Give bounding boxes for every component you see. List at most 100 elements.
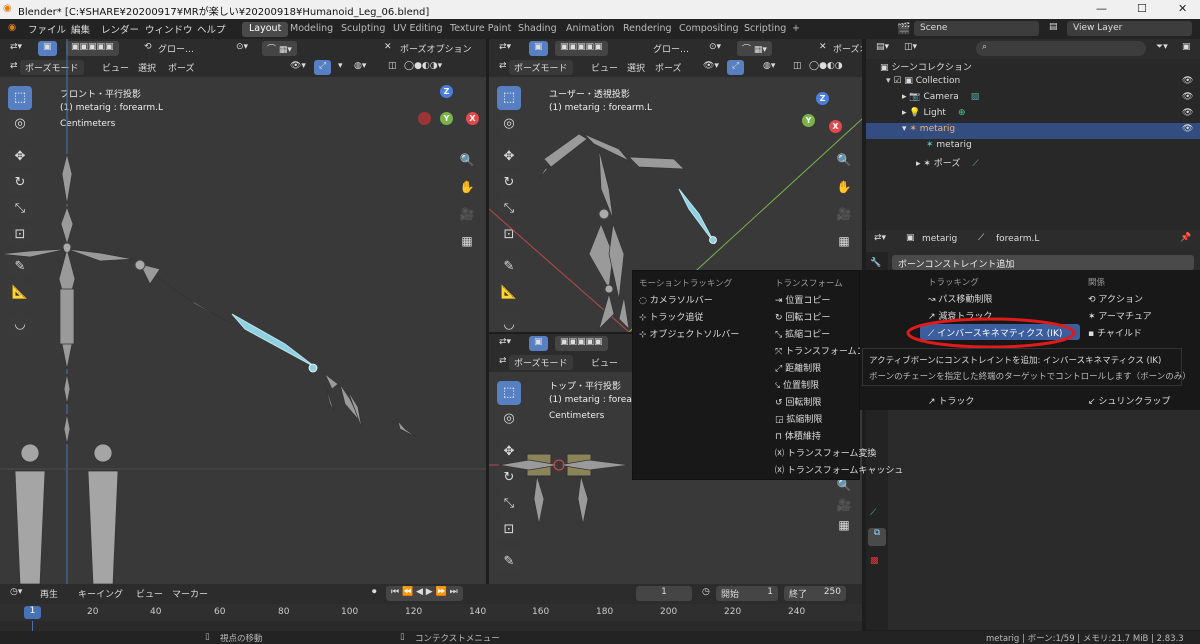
outliner-editor-icon[interactable]: ▤▾ (876, 42, 889, 52)
outliner-item-light[interactable]: ▸ 💡 Light ⊕ (902, 108, 965, 124)
menu-marker[interactable]: マーカー (168, 586, 212, 601)
limit-distance-icon: ⤢ (775, 364, 786, 374)
menu-item-transform-cache[interactable]: ⒳ トランスフォームキャッシュ (775, 463, 903, 476)
menu-item-limit-rotation[interactable]: ↺ 回転制限 (775, 395, 821, 408)
track-to-icon: ↗ (928, 397, 939, 407)
viewport-front[interactable]: ⇄▾ ▣ ▣▣▣▣▣ ⟲ グロー… ⊙▾ ⌒ ▦▾ ✕ ポーズオプション ⇄ ポ… (0, 39, 486, 584)
collection-icon: ▣ (880, 63, 892, 73)
outliner-item-collection[interactable]: ▾ ☑ ▣ Collection (886, 76, 960, 92)
tab-uv-editing[interactable]: UV Editing (386, 22, 450, 37)
tool-tab-icon[interactable]: 🔧 (870, 258, 881, 268)
bone-constraint-tab-icon[interactable]: ⧉ (868, 528, 886, 546)
child-of-icon: ▪ (1088, 329, 1097, 339)
menu-help[interactable]: ヘルプ (197, 22, 226, 36)
add-workspace-button[interactable]: + (785, 22, 807, 37)
tab-compositing[interactable]: Compositing (672, 22, 746, 37)
tick-label: 220 (724, 607, 742, 617)
eye-icon[interactable]: 👁 (1182, 92, 1193, 102)
transform-header: トランスフォーム (775, 279, 843, 289)
menu-item-limit-distance[interactable]: ⤢ 距離制限 (775, 361, 821, 374)
outliner-search[interactable] (976, 41, 1146, 56)
display-mode-icon[interactable]: ◫▾ (904, 42, 917, 52)
end-frame[interactable]: 終了 250 (784, 586, 846, 601)
menu-playback[interactable]: 再生 (36, 586, 62, 601)
checkbox-icon[interactable]: ☑ (893, 76, 904, 86)
menu-item-shrinkwrap[interactable]: ↙ シュリンクラップ (1088, 394, 1170, 407)
status-bar: ▯ 視点の移動 ▯ コンテクストメニュー metarig | ボーン:1/59 … (0, 631, 1200, 644)
tick-label: 80 (278, 607, 290, 617)
action-icon: ⟲ (1088, 295, 1099, 305)
menu-item-label: 位置制限 (782, 381, 819, 391)
menu-item-copy-scale[interactable]: ⤡ 拡縮コピー (775, 327, 830, 340)
timeline-editor-icon[interactable]: ◷▾ (6, 586, 26, 601)
tab-layout[interactable]: Layout (242, 22, 289, 37)
eye-icon[interactable]: 👁 (1182, 76, 1193, 86)
menu-item-track-to[interactable]: ↗ トラック (928, 394, 974, 407)
close-button[interactable]: ✕ (1178, 2, 1187, 15)
bone-tab-icon[interactable]: ⟋ (870, 508, 876, 518)
menu-item-copy-rotation[interactable]: ↻ 回転コピー (775, 310, 830, 323)
menu-item-transformation[interactable]: ⒳ トランスフォーム変換 (775, 446, 876, 459)
view-layer-selector[interactable]: View Layer (1067, 21, 1192, 36)
armature-front[interactable] (0, 39, 486, 584)
menu-render[interactable]: レンダー (101, 22, 139, 36)
filter-icon[interactable]: ⏷▾ (1156, 42, 1168, 52)
menu-edit[interactable]: 編集 (71, 22, 90, 36)
timeline-ruler[interactable]: 1 20 40 60 80 100 120 140 160 180 200 22… (0, 604, 862, 621)
minimize-button[interactable]: — (1096, 2, 1107, 15)
menu-window[interactable]: ウィンドウ (145, 22, 193, 36)
outliner-label: Collection (915, 76, 961, 86)
scene-selector[interactable]: Scene (914, 21, 1039, 36)
menu-item-child-of[interactable]: ▪ チャイルド (1088, 326, 1142, 339)
tab-animation[interactable]: Animation (559, 22, 621, 37)
texture-tab-icon[interactable]: ▩ (870, 556, 879, 566)
menu-item-object-solver[interactable]: ⊹ オブジェクトソルバー (639, 327, 739, 340)
pin-icon[interactable]: 📌 (1180, 233, 1191, 243)
menu-item-action[interactable]: ⟲ アクション (1088, 292, 1143, 305)
outliner-item-scene-collection[interactable]: ▣ シーンコレクション (880, 60, 972, 76)
menu-keying[interactable]: キーイング (74, 586, 127, 601)
outliner-label: Light (923, 108, 946, 118)
armature-constraint-icon: ✶ (1088, 312, 1099, 322)
eye-icon[interactable]: 👁 (1182, 124, 1193, 134)
record-icon[interactable]: ⏺ (368, 586, 381, 601)
playhead[interactable]: 1 (24, 606, 41, 619)
add-bone-constraint-button[interactable]: ボーンコンストレイント追加 (892, 255, 1194, 270)
menu-item-copy-location[interactable]: ⇥ 位置コピー (775, 293, 830, 306)
tick-label: 160 (532, 607, 550, 617)
menu-item-armature[interactable]: ✶ アーマチュア (1088, 309, 1152, 322)
tab-rendering[interactable]: Rendering (616, 22, 679, 37)
limit-scale-icon: ◲ (775, 415, 787, 425)
view-layer-icon: ▤ (1049, 22, 1058, 32)
outliner-item-metarig[interactable]: ▾ ✶ metarig (902, 124, 955, 140)
menu-item-maintain-volume[interactable]: ⊓ 体積維持 (775, 429, 821, 442)
maximize-button[interactable]: ☐ (1137, 2, 1147, 15)
camera-solver-icon: ◌ (639, 296, 650, 306)
status-navigate: 視点の移動 (220, 634, 263, 644)
blender-menu-icon[interactable]: ◉ (8, 22, 16, 33)
new-collection-icon[interactable]: ▣ (1182, 42, 1191, 52)
menu-item-limit-scale[interactable]: ◲ 拡縮制限 (775, 412, 822, 425)
current-frame[interactable]: 1 (636, 586, 692, 601)
tab-modeling[interactable]: Modeling (283, 22, 340, 37)
menu-timeline-view[interactable]: ビュー (132, 586, 167, 601)
mouse-middle-icon: ▯ (205, 632, 210, 642)
playback-controls[interactable]: ⏮ ⏪ ◀ ▶ ⏩ ⏭ (386, 586, 463, 601)
outliner-item-armature-data[interactable]: ✶ metarig (926, 140, 972, 156)
outliner-item-pose[interactable]: ▸ ✶ ポーズ ⟋ (916, 156, 979, 172)
menu-file[interactable]: ファイル (28, 22, 66, 36)
menu-item-label: 拡縮コピー (785, 330, 831, 340)
tab-sculpting[interactable]: Sculpting (334, 22, 392, 37)
outliner-item-camera[interactable]: ▸ 📷 Camera ▧ (902, 92, 979, 108)
start-frame[interactable]: 開始 1 (716, 586, 778, 601)
limit-rotation-icon: ↺ (775, 398, 786, 408)
menu-item-follow-path[interactable]: ↝ パス移動制限 (928, 292, 992, 305)
menu-item-limit-location[interactable]: ⤥ 位置制限 (775, 378, 819, 391)
menu-item-camera-solver[interactable]: ◌ カメラソルバー (639, 293, 713, 306)
menu-item-follow-track[interactable]: ⊹ トラック追従 (639, 310, 703, 323)
tab-shading[interactable]: Shading (511, 22, 564, 37)
tab-texture-paint[interactable]: Texture Paint (443, 22, 518, 37)
properties-editor-icon[interactable]: ⇄▾ (874, 233, 886, 243)
eye-icon[interactable]: 👁 (1182, 108, 1193, 118)
menu-item-label: チャイルド (1096, 329, 1142, 339)
